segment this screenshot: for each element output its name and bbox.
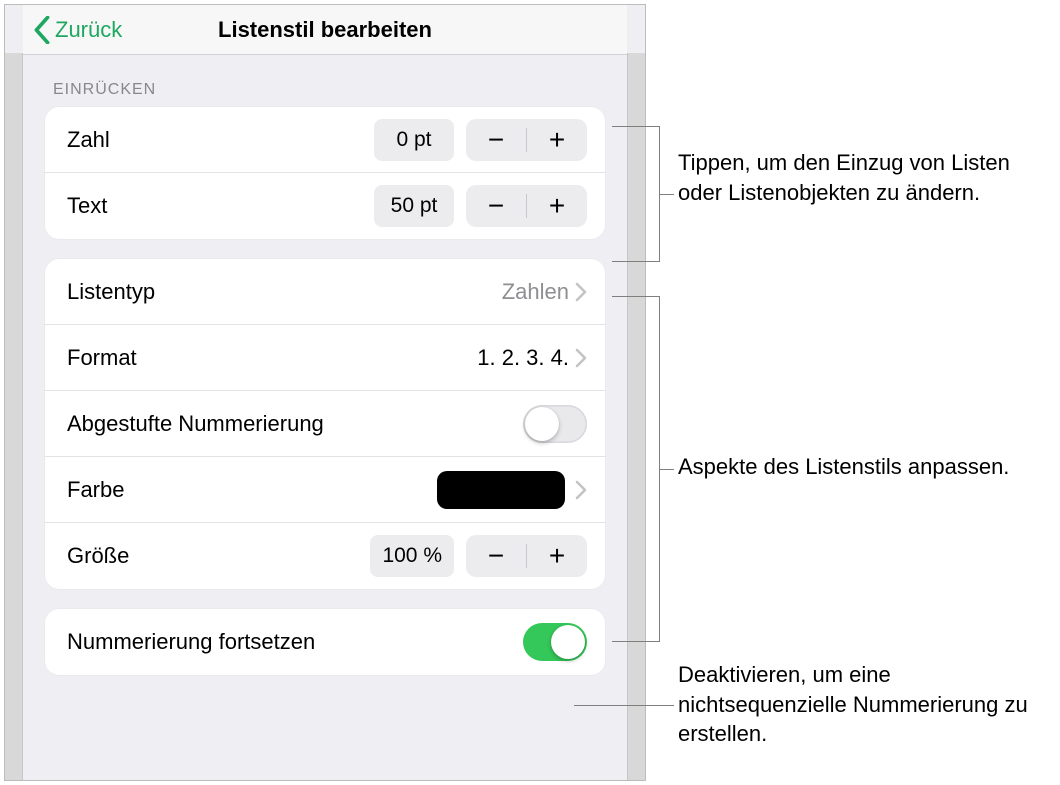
abgestufte-label: Abgestufte Nummerierung xyxy=(67,411,523,437)
edit-list-style-panel: Zurück Listenstil bearbeiten EINRÜCKEN Z… xyxy=(23,5,627,780)
row-continue-numbering: Nummerierung fortsetzen xyxy=(45,609,605,675)
chevron-left-icon xyxy=(33,16,51,44)
indent-text-decrement[interactable]: − xyxy=(466,185,526,227)
indent-text-value[interactable]: 50 pt xyxy=(374,185,454,227)
group-indent: Zahl 0 pt − + Text 50 pt − + xyxy=(45,107,605,239)
row-listentyp[interactable]: Listentyp Zahlen xyxy=(45,259,605,325)
row-abgestufte: Abgestufte Nummerierung xyxy=(45,391,605,457)
row-indent-text: Text 50 pt − + xyxy=(45,173,605,239)
row-format[interactable]: Format 1. 2. 3. 4. xyxy=(45,325,605,391)
indent-text-increment[interactable]: + xyxy=(527,185,587,227)
section-header-indent: EINRÜCKEN xyxy=(23,55,627,107)
indent-text-stepper: − + xyxy=(466,185,587,227)
row-groesse: Größe 100 % − + xyxy=(45,523,605,589)
continue-toggle[interactable] xyxy=(523,623,587,661)
indent-text-label: Text xyxy=(67,193,374,219)
indent-zahl-decrement[interactable]: − xyxy=(466,119,526,161)
chevron-right-icon xyxy=(575,480,587,500)
indent-zahl-increment[interactable]: + xyxy=(527,119,587,161)
groesse-decrement[interactable]: − xyxy=(466,535,526,577)
callout-indent: Tippen, um den Einzug von Listen oder Li… xyxy=(678,148,1050,207)
indent-zahl-stepper: − + xyxy=(466,119,587,161)
farbe-swatch[interactable] xyxy=(437,471,565,509)
chevron-right-icon xyxy=(575,348,587,368)
group-style: Listentyp Zahlen Format 1. 2. 3. 4. Abge… xyxy=(45,259,605,589)
row-indent-zahl: Zahl 0 pt − + xyxy=(45,107,605,173)
indent-zahl-label: Zahl xyxy=(67,127,374,153)
back-button[interactable]: Zurück xyxy=(33,16,122,44)
callouts: Tippen, um den Einzug von Listen oder Li… xyxy=(660,0,1050,785)
group-continue: Nummerierung fortsetzen xyxy=(45,609,605,675)
format-label: Format xyxy=(67,345,477,371)
listentyp-label: Listentyp xyxy=(67,279,502,305)
chevron-right-icon xyxy=(575,282,587,302)
indent-zahl-value[interactable]: 0 pt xyxy=(374,119,454,161)
format-value: 1. 2. 3. 4. xyxy=(477,345,569,371)
listentyp-value: Zahlen xyxy=(502,279,569,305)
back-label: Zurück xyxy=(55,17,122,43)
abgestufte-toggle[interactable] xyxy=(523,405,587,443)
groesse-stepper: − + xyxy=(466,535,587,577)
groesse-label: Größe xyxy=(67,543,370,569)
farbe-label: Farbe xyxy=(67,477,437,503)
groesse-increment[interactable]: + xyxy=(527,535,587,577)
nav-bar: Zurück Listenstil bearbeiten xyxy=(23,5,627,55)
continue-label: Nummerierung fortsetzen xyxy=(67,629,523,655)
callout-style: Aspekte des Listenstils anpassen. xyxy=(678,452,1009,482)
row-farbe[interactable]: Farbe xyxy=(45,457,605,523)
groesse-value[interactable]: 100 % xyxy=(370,535,454,577)
callout-continue: Deaktivieren, um eine nichtsequenzielle … xyxy=(678,660,1050,749)
